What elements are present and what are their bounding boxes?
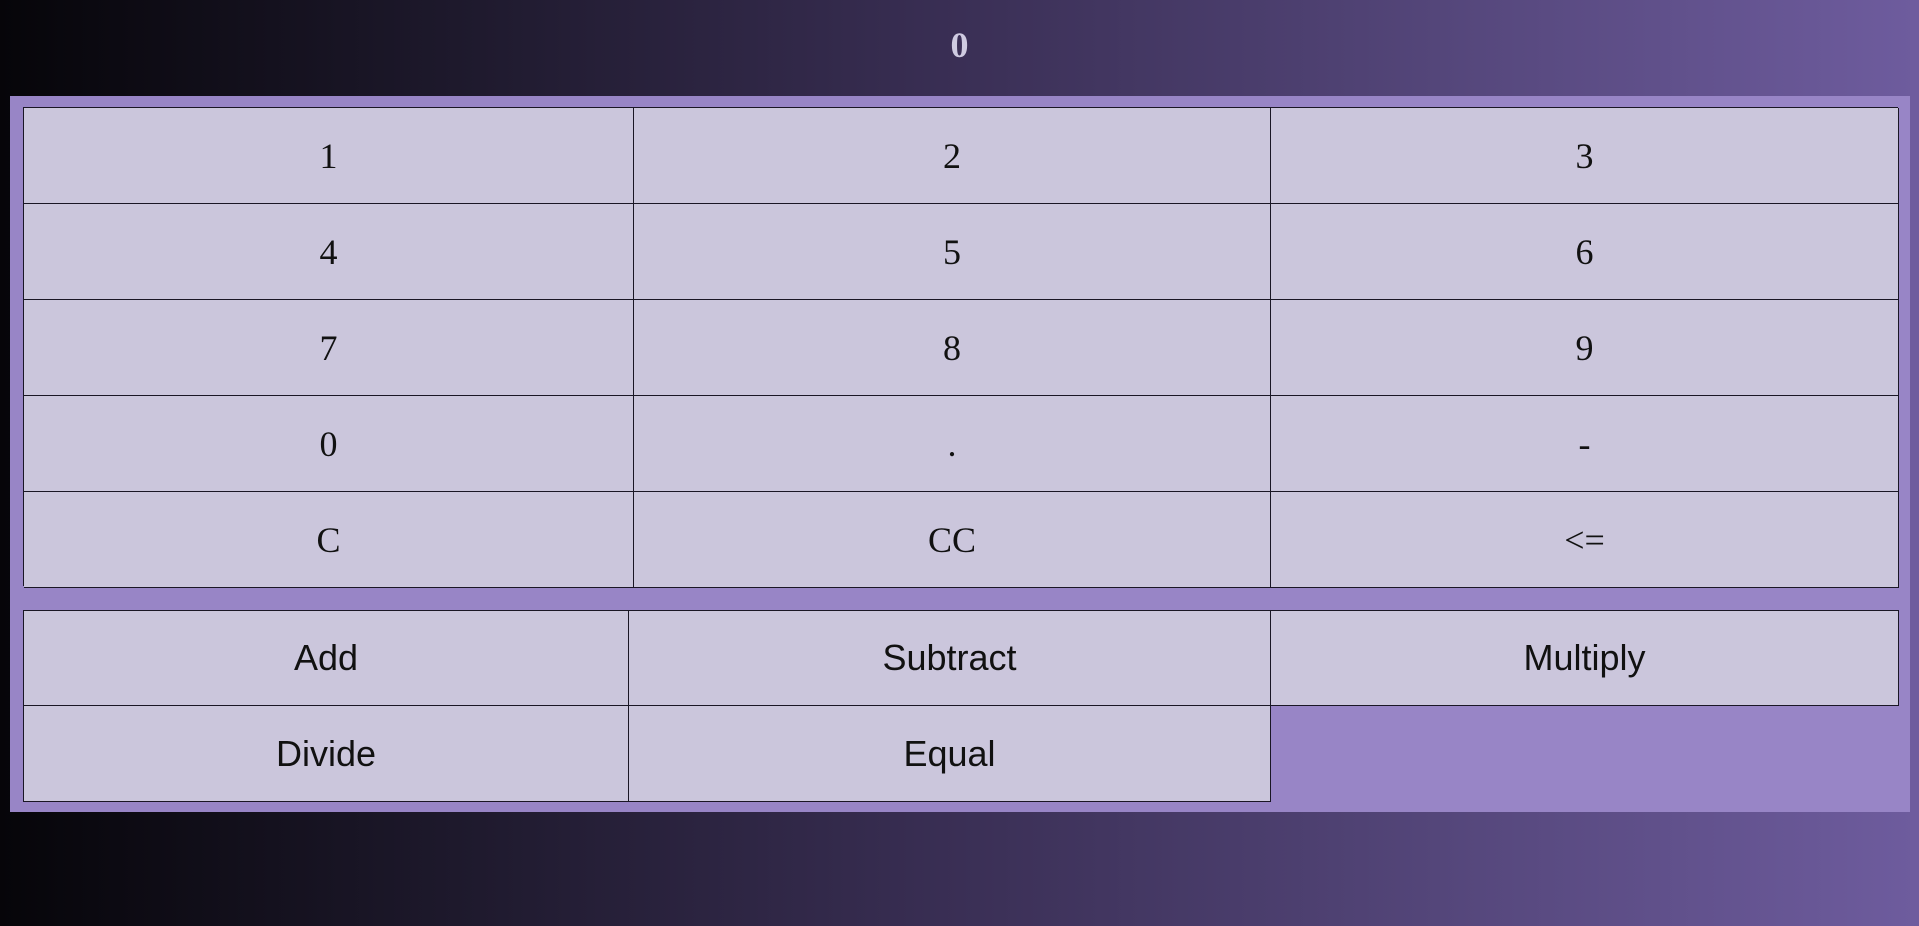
multiply-button[interactable]: Multiply (1270, 610, 1899, 706)
subtract-button[interactable]: Subtract (628, 610, 1271, 706)
key-7[interactable]: 7 (24, 300, 634, 396)
key-3[interactable]: 3 (1271, 108, 1899, 204)
calculator-display: 0 (950, 25, 969, 65)
key-2[interactable]: 2 (634, 108, 1271, 204)
calculator-panel: 1 2 3 4 5 6 7 8 9 0 . - C CC <= Add Subt… (10, 96, 1910, 812)
backspace-button[interactable]: <= (1271, 492, 1899, 588)
clear-all-button[interactable]: CC (634, 492, 1271, 588)
key-5[interactable]: 5 (634, 204, 1271, 300)
key-6[interactable]: 6 (1271, 204, 1899, 300)
key-4[interactable]: 4 (24, 204, 634, 300)
keypad: 1 2 3 4 5 6 7 8 9 0 . - C CC <= (23, 107, 1899, 588)
key-negative[interactable]: - (1271, 396, 1899, 492)
key-9[interactable]: 9 (1271, 300, 1899, 396)
key-decimal[interactable]: . (634, 396, 1271, 492)
divide-button[interactable]: Divide (23, 705, 629, 802)
key-8[interactable]: 8 (634, 300, 1271, 396)
operations: Add Subtract Multiply Divide Equal (23, 610, 1899, 802)
add-button[interactable]: Add (23, 610, 629, 706)
key-0[interactable]: 0 (24, 396, 634, 492)
clear-button[interactable]: C (24, 492, 634, 588)
equal-button[interactable]: Equal (628, 705, 1271, 802)
key-1[interactable]: 1 (24, 108, 634, 204)
